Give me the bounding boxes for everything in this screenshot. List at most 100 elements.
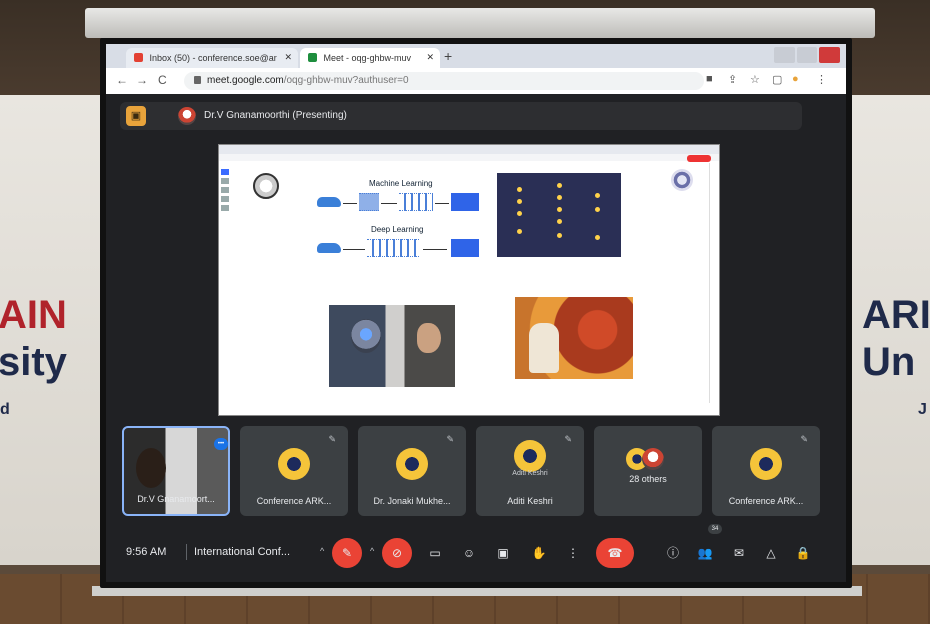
participant-name: Conference ARK... bbox=[728, 496, 804, 506]
emblem-logo bbox=[671, 169, 693, 191]
arrow bbox=[343, 249, 365, 250]
chevron-up-icon[interactable]: ^ bbox=[320, 546, 324, 556]
maximize-button[interactable] bbox=[796, 47, 818, 63]
slide-toolbar bbox=[219, 154, 719, 161]
projector-housing bbox=[85, 8, 875, 38]
info-button[interactable]: ⓘ bbox=[658, 538, 688, 568]
star-icon[interactable]: ☆ bbox=[750, 73, 760, 86]
present-icon[interactable]: ▣ bbox=[126, 106, 146, 126]
tab-meet-label: Meet - oqg-ghbw-muv bbox=[323, 53, 412, 63]
forward-icon[interactable]: → bbox=[136, 73, 148, 87]
camera-icon[interactable]: ■ bbox=[706, 73, 713, 85]
people-button[interactable]: 👥 bbox=[690, 538, 720, 568]
artwork-image bbox=[515, 297, 633, 379]
new-tab-button[interactable]: + bbox=[444, 48, 452, 64]
present-button[interactable]: ▣ bbox=[488, 538, 518, 568]
avatar bbox=[178, 107, 196, 125]
more-options-icon[interactable]: ••• bbox=[214, 438, 228, 450]
participant-tile[interactable]: ✎ Conference ARK... bbox=[240, 426, 348, 516]
participant-tile-others[interactable]: 28 others bbox=[594, 426, 702, 516]
tab-inbox-label: Inbox (50) - conference.soe@ar bbox=[149, 53, 277, 63]
mic-off-icon: ✎ bbox=[800, 434, 808, 444]
participant-name: Aditi Keshri bbox=[507, 496, 553, 506]
close-icon[interactable]: ✕ bbox=[284, 52, 292, 63]
close-icon[interactable]: ✕ bbox=[426, 52, 434, 63]
participant-tile[interactable]: ✎ Conference ARK... bbox=[712, 426, 820, 516]
divider bbox=[186, 544, 187, 560]
back-icon[interactable]: ← bbox=[116, 73, 128, 87]
car-icon bbox=[317, 197, 341, 207]
chat-button[interactable]: ✉ bbox=[724, 538, 754, 568]
address-bar: ← → C meet.google.com/oqg-ghbw-muv?authu… bbox=[106, 68, 846, 94]
tab-inbox[interactable]: Inbox (50) - conference.soe@ar ✕ bbox=[126, 48, 298, 68]
participant-tile-self[interactable]: ••• Dr.V Gnanamoort... bbox=[122, 426, 230, 516]
left-banner-line1: AIN bbox=[0, 293, 67, 337]
raise-hand-button[interactable]: ✋ bbox=[524, 538, 554, 568]
sidepanel-icon[interactable]: ▢ bbox=[772, 73, 782, 86]
slide-scroll-rail bbox=[709, 163, 717, 403]
mic-off-icon: ✎ bbox=[446, 434, 454, 444]
participant-name: 28 others bbox=[629, 474, 667, 484]
avatar bbox=[396, 448, 428, 480]
avatar bbox=[278, 448, 310, 480]
lock-icon bbox=[194, 76, 201, 84]
pen-tool-icon[interactable] bbox=[221, 178, 229, 184]
mic-toggle-button[interactable]: ✎ bbox=[332, 538, 362, 568]
arrow bbox=[381, 203, 397, 204]
meet-stage: ▣ Dr.V Gnanamoorthi (Presenting) Machine… bbox=[106, 94, 846, 582]
eraser-tool-icon[interactable] bbox=[221, 205, 229, 211]
avatar-group bbox=[626, 448, 666, 476]
chevron-up-icon[interactable]: ^ bbox=[370, 546, 374, 556]
people-count-badge: 34 bbox=[708, 524, 722, 534]
left-banner: AIN sity d bbox=[0, 95, 110, 565]
output-box bbox=[451, 193, 479, 211]
right-banner-line2: Un bbox=[862, 340, 916, 384]
deep-net bbox=[367, 239, 419, 257]
presenting-bar: ▣ Dr.V Gnanamoorthi (Presenting) bbox=[120, 102, 802, 130]
avatar bbox=[750, 448, 782, 480]
presenter-label: Dr.V Gnanamoorthi (Presenting) bbox=[204, 110, 347, 121]
emoji-button[interactable]: ☺ bbox=[454, 538, 484, 568]
projection-screen: Inbox (50) - conference.soe@ar ✕ Meet - … bbox=[100, 38, 852, 588]
slide-dl-title: Deep Learning bbox=[371, 225, 424, 234]
profile-icon[interactable]: ● bbox=[792, 73, 799, 85]
art-figure bbox=[529, 323, 559, 373]
neural-network-image bbox=[497, 173, 621, 257]
avatar bbox=[514, 440, 546, 472]
participant-subname: Aditi Keshri bbox=[512, 470, 548, 477]
url-path: /oqg-ghbw-muv?authuser=0 bbox=[283, 75, 409, 86]
university-logo bbox=[253, 173, 279, 199]
browser-tabbar: Inbox (50) - conference.soe@ar ✕ Meet - … bbox=[106, 44, 846, 68]
right-banner-line1: ARI bbox=[862, 293, 930, 337]
participant-tile[interactable]: ✎ Aditi Keshri Aditi Keshri bbox=[476, 426, 584, 516]
activities-button[interactable]: △ bbox=[756, 538, 786, 568]
shape-tool-icon[interactable] bbox=[221, 187, 229, 193]
url-field[interactable]: meet.google.com/oqg-ghbw-muv?authuser=0 bbox=[184, 72, 704, 90]
close-window-button[interactable] bbox=[819, 47, 841, 63]
slide-tool-panel bbox=[221, 169, 231, 239]
right-banner-line3: J bbox=[918, 401, 927, 418]
select-tool-icon[interactable] bbox=[221, 169, 229, 175]
clock: 9:56 AM bbox=[126, 546, 167, 558]
url-host: meet.google.com bbox=[207, 75, 284, 86]
share-icon[interactable]: ⇪ bbox=[728, 73, 737, 86]
camera-toggle-button[interactable]: ⊘ bbox=[382, 538, 412, 568]
tab-meet[interactable]: Meet - oqg-ghbw-muv ✕ bbox=[300, 48, 440, 68]
robot-image bbox=[329, 305, 455, 387]
participant-tile[interactable]: ✎ Dr. Jonaki Mukhe... bbox=[358, 426, 466, 516]
mic-off-icon: ✎ bbox=[328, 434, 336, 444]
reload-icon[interactable]: C bbox=[158, 73, 167, 87]
menu-icon[interactable]: ⋮ bbox=[816, 73, 827, 86]
participant-name: Dr. Jonaki Mukhe... bbox=[373, 496, 451, 506]
more-options-button[interactable]: ⋮ bbox=[558, 538, 588, 568]
minimize-button[interactable] bbox=[774, 47, 795, 63]
end-call-button[interactable]: ☎ bbox=[596, 538, 634, 568]
window-controls bbox=[774, 47, 841, 63]
text-tool-icon[interactable] bbox=[221, 196, 229, 202]
host-controls-button[interactable]: 🔒 bbox=[788, 538, 818, 568]
arrow bbox=[343, 203, 357, 204]
captions-button[interactable]: ▭ bbox=[420, 538, 450, 568]
left-banner-line2: sity bbox=[0, 340, 67, 384]
arrow bbox=[423, 249, 447, 250]
shared-screen: Machine Learning Deep Learning bbox=[218, 144, 720, 416]
